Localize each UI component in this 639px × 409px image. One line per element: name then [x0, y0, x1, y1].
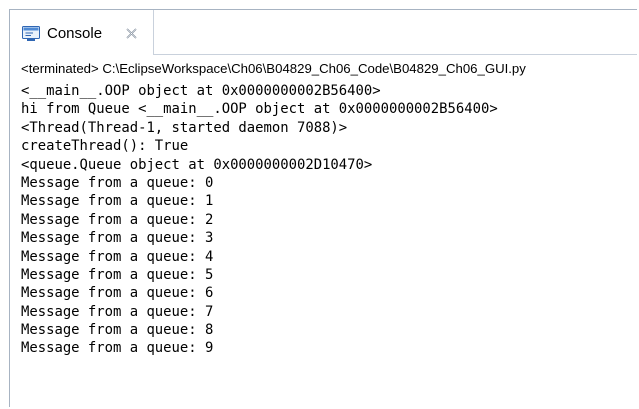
- console-line: Message from a queue: 5: [21, 266, 214, 283]
- close-icon[interactable]: [125, 27, 138, 40]
- console-line: Message from a queue: 7: [21, 303, 214, 320]
- tab-bar-divider: [154, 54, 637, 55]
- process-status: <terminated> C:\EclipseWorkspace\Ch06\B0…: [21, 61, 526, 76]
- console-line: Message from a queue: 4: [21, 248, 214, 265]
- console-line: Message from a queue: 8: [21, 322, 214, 339]
- tab-bar: Console: [10, 10, 637, 55]
- console-line: Message from a queue: 0: [21, 174, 214, 191]
- console-line: Message from a queue: 9: [21, 340, 214, 357]
- console-line: Message from a queue: 3: [21, 230, 214, 247]
- console-line: <__main__.OOP object at 0x0000000002B564…: [21, 83, 381, 99]
- console-line: Message from a queue: 1: [21, 193, 214, 210]
- tab-console[interactable]: Console: [10, 10, 154, 55]
- console-output[interactable]: <__main__.OOP object at 0x0000000002B564…: [21, 82, 498, 358]
- console-line: <queue.Queue object at 0x0000000002D1047…: [21, 156, 373, 173]
- tab-console-label: Console: [47, 25, 103, 42]
- console-icon: [22, 26, 40, 42]
- console-line: Message from a queue: 2: [21, 211, 214, 228]
- console-view: Console <terminated> C:\EclipseWorkspace…: [9, 9, 637, 407]
- console-line: Message from a queue: 6: [21, 285, 214, 302]
- console-line: <Thread(Thread-1, started daemon 7088)>: [21, 119, 348, 136]
- console-line: hi from Queue <__main__.OOP object at 0x…: [21, 101, 498, 118]
- console-line: createThread(): True: [21, 138, 189, 155]
